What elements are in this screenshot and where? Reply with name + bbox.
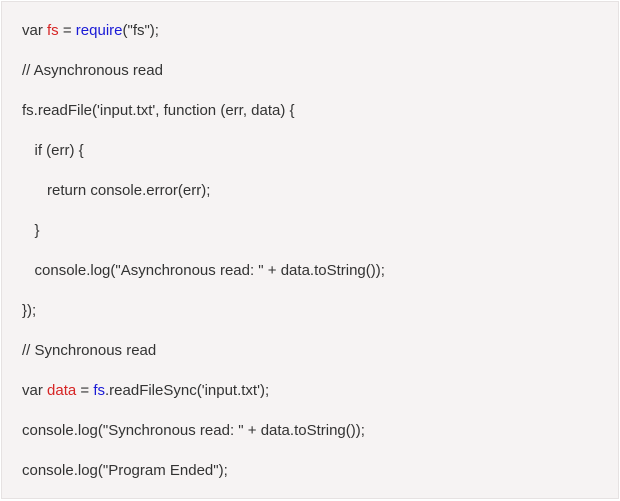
code-indent bbox=[22, 222, 35, 239]
code-token: if (err) { bbox=[35, 142, 84, 159]
code-block: var fs = require("fs"); // Asynchronous r… bbox=[1, 1, 619, 499]
code-line: var fs = require("fs"); bbox=[22, 20, 598, 41]
code-token: data bbox=[47, 382, 76, 399]
code-token: } bbox=[35, 222, 40, 239]
code-token: = bbox=[76, 382, 93, 399]
code-token: var bbox=[22, 22, 47, 39]
code-token: // Synchronous read bbox=[22, 342, 156, 359]
code-token: return console.error(err); bbox=[47, 182, 210, 199]
code-token: ("fs"); bbox=[123, 22, 159, 39]
code-line: var data = fs.readFileSync('input.txt'); bbox=[22, 380, 598, 401]
code-line: if (err) { bbox=[22, 140, 598, 161]
code-token: .readFileSync('input.txt'); bbox=[105, 382, 269, 399]
code-token: var bbox=[22, 382, 47, 399]
code-token: }); bbox=[22, 302, 36, 319]
code-token: require bbox=[76, 22, 123, 39]
code-token: fs bbox=[93, 382, 105, 399]
code-token: = bbox=[59, 22, 76, 39]
code-line: // Asynchronous read bbox=[22, 60, 598, 81]
code-token: console.log("Asynchronous read: " + data… bbox=[35, 262, 385, 279]
code-token: console.log("Program Ended"); bbox=[22, 462, 228, 479]
code-line: console.log("Synchronous read: " + data.… bbox=[22, 420, 598, 441]
code-token: console.log("Synchronous read: " + data.… bbox=[22, 422, 365, 439]
code-indent bbox=[22, 262, 35, 279]
code-indent bbox=[22, 142, 35, 159]
code-token: // Asynchronous read bbox=[22, 62, 163, 79]
code-line: console.log("Program Ended"); bbox=[22, 460, 598, 481]
code-line: } bbox=[22, 220, 598, 241]
code-indent bbox=[22, 182, 47, 199]
code-token: fs bbox=[47, 22, 59, 39]
code-token: fs.readFile('input.txt', function (err, … bbox=[22, 102, 295, 119]
code-line: fs.readFile('input.txt', function (err, … bbox=[22, 100, 598, 121]
code-line: // Synchronous read bbox=[22, 340, 598, 361]
code-line: }); bbox=[22, 300, 598, 321]
code-line: console.log("Asynchronous read: " + data… bbox=[22, 260, 598, 281]
code-line: return console.error(err); bbox=[22, 180, 598, 201]
